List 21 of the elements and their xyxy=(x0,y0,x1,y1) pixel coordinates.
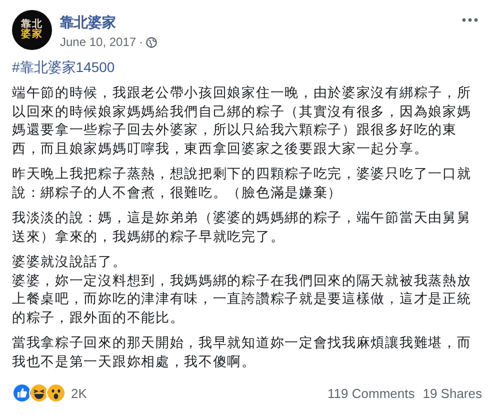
post-paragraph: 婆婆就沒說話了。 xyxy=(12,253,128,271)
surprised-emoji-icon[interactable] xyxy=(46,383,66,403)
avatar-logo-text: 婆家 xyxy=(21,30,43,40)
post-paragraph: 端午節的時候，我跟老公帶小孩回娘家住一晚，由於婆家沒有綁粽子，所以回來的時候娘家媽媽給我們自己綁的粽子（其實沒有很多，因為娘家媽媽還要拿一些粽子回去外婆家，所以只給我六顆粽子）跟很多好吃的東西，而且娘家媽媽叮嚀我，東西拿回婆家之後要跟大家一起分享。 xyxy=(12,84,472,158)
hashtag-link[interactable]: #靠北婆家14500 xyxy=(12,59,115,77)
more-options-icon[interactable] xyxy=(462,18,478,22)
shares-link[interactable]: 19 Shares xyxy=(422,386,482,400)
avatar-logo-text: 靠北 xyxy=(21,20,43,30)
post-paragraph: 婆婆，妳一定沒料想到，我媽媽綁的粽子在我們回來的隔天就被我蒸熱放上餐桌吧，而妳吃的津津有味，一直誇讚粽子就是要這樣做，這才是正統的粽子，跟外面的不能比。 xyxy=(12,272,472,326)
post-paragraph: 我淡淡的說：媽，這是妳弟弟（婆婆的媽媽綁的粽子，端午節當天由舅舅送來）拿來的，我媽綁的粽子早就吃完了。 xyxy=(12,209,472,246)
separator: · xyxy=(139,35,144,49)
laughing-emoji-icon[interactable] xyxy=(29,383,49,403)
post-date-link[interactable]: June 10, 2017 xyxy=(60,35,136,49)
post-paragraph: 昨天晚上我把粽子蒸熱，想說把剩下的四顆粽子吃完，婆婆只吃了一口就說：綁粽子的人不會煮，很難吃。（臉色滿是嫌棄） xyxy=(12,165,472,202)
reaction-count[interactable]: 2K xyxy=(71,386,87,400)
page-name-link[interactable]: 靠北婆家 xyxy=(60,14,116,32)
post-paragraph: 當我拿粽子回來的那天開始，我早就知道妳一定會找我麻煩讓我難堪，而我也不是第一天跟妳相處，我不傻啊。 xyxy=(12,334,472,370)
like-reaction-icon[interactable] xyxy=(12,383,32,403)
globe-icon xyxy=(146,36,158,48)
comments-link[interactable]: 119 Comments xyxy=(328,386,415,400)
page-avatar[interactable]: 靠北 婆家 xyxy=(12,10,52,50)
